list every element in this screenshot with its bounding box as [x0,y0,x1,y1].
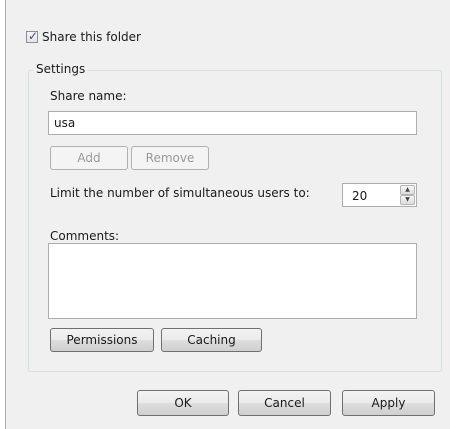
ok-button[interactable]: OK [137,390,229,416]
share-folder-label[interactable]: Share this folder [42,29,141,45]
remove-button[interactable]: Remove [131,146,209,170]
advanced-sharing-dialog: ✓ Share this folder Settings Share name:… [5,0,450,429]
spin-up-icon[interactable]: ▲ [400,185,415,195]
cancel-button[interactable]: Cancel [238,390,331,416]
apply-button[interactable]: Apply [342,390,435,416]
comments-textarea[interactable] [48,243,417,319]
limit-users-label: Limit the number of simultaneous users t… [50,186,310,200]
user-limit-spinner[interactable]: 20 ▲ ▼ [342,183,417,207]
permissions-button[interactable]: Permissions [50,328,154,352]
caching-button[interactable]: Caching [161,328,262,352]
user-limit-value[interactable]: 20 [352,188,367,204]
share-name-input[interactable]: usa [48,111,417,135]
share-folder-checkbox[interactable]: ✓ [26,29,39,43]
settings-legend: Settings [33,62,89,76]
spin-down-icon[interactable]: ▼ [400,195,415,205]
comments-label: Comments: [50,229,120,243]
add-button[interactable]: Add [50,146,128,170]
check-icon: ✓ [28,29,39,43]
share-name-label: Share name: [50,89,127,103]
